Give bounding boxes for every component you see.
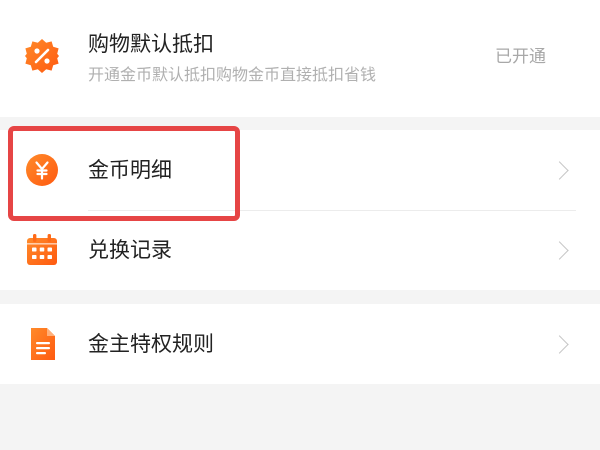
exchange-record-row[interactable]: 兑换记录 [0, 210, 600, 290]
chevron-right-icon [550, 161, 569, 180]
calendar-icon [27, 234, 57, 265]
auto-deduct-subtitle: 开通金币默认抵扣购物金币直接抵扣省钱 [88, 65, 377, 84]
auto-deduct-title: 购物默认抵扣 [88, 32, 214, 56]
privilege-rules-row[interactable]: 金主特权规则 [0, 304, 600, 384]
auto-deduct-card: 购物默认抵扣 开通金币默认抵扣购物金币直接抵扣省钱 已开通 [0, 0, 600, 117]
percent-badge-icon [25, 39, 59, 73]
chevron-right-icon [550, 241, 569, 260]
rules-card: 金主特权规则 [0, 304, 600, 384]
highlight-box [8, 126, 240, 221]
exchange-record-label: 兑换记录 [88, 238, 172, 262]
privilege-rules-label: 金主特权规则 [88, 332, 214, 356]
auto-deduct-row[interactable]: 购物默认抵扣 开通金币默认抵扣购物金币直接抵扣省钱 已开通 [0, 0, 600, 117]
auto-deduct-status: 已开通 [495, 47, 546, 67]
document-icon [31, 328, 55, 360]
chevron-right-icon [550, 335, 569, 354]
